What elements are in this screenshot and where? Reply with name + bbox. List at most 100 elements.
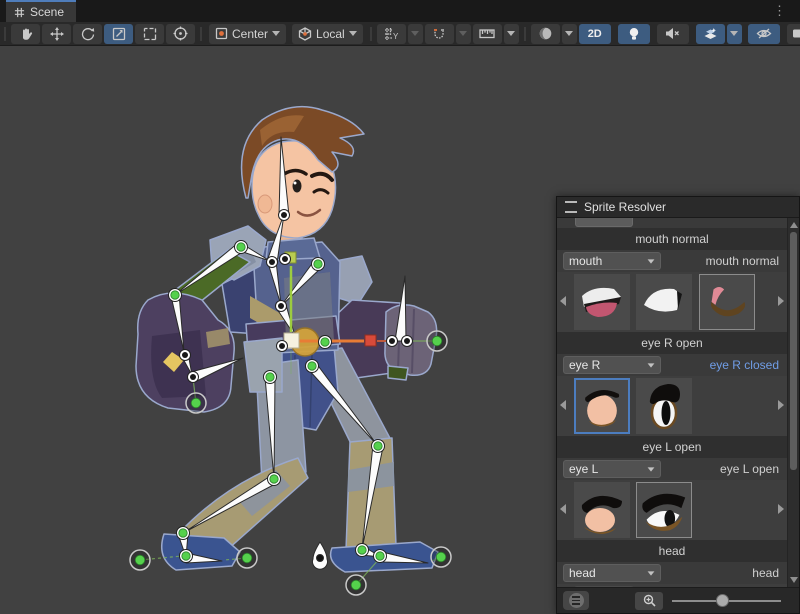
audio-mute-button[interactable]	[657, 24, 689, 44]
thumb-eye-r-closed[interactable]	[574, 378, 630, 434]
strip-left-arrow-icon[interactable]	[560, 400, 566, 410]
chevron-down-icon	[507, 31, 515, 36]
thumb-strip-eye-r	[557, 376, 787, 436]
effects-toggle-button[interactable]	[696, 24, 725, 44]
thumb-strip-mouth	[557, 272, 787, 332]
chevron-down-icon	[459, 31, 467, 36]
chevron-down-icon	[648, 571, 655, 575]
strip-right-arrow-icon[interactable]	[778, 400, 784, 410]
ruler-icon	[479, 27, 495, 40]
light-bulb-icon	[628, 27, 640, 41]
shading-mode-button[interactable]	[531, 24, 560, 44]
chevron-down-icon	[411, 31, 419, 36]
thumbnail-size-slider[interactable]	[672, 600, 781, 602]
hand-icon	[19, 27, 33, 41]
section-header-mouth: mouth normal	[557, 228, 787, 250]
snap-toggle-button[interactable]	[425, 24, 454, 44]
zoom-button[interactable]	[635, 592, 663, 610]
scene-toolbar: Center Local Y	[0, 22, 800, 46]
scale-tool-button[interactable]	[104, 24, 133, 44]
snap-options-dropdown[interactable]	[456, 24, 471, 44]
kebab-menu-icon[interactable]: ⋮	[773, 3, 786, 19]
rect-tool-button[interactable]	[135, 24, 164, 44]
rotate-tool-button[interactable]	[73, 24, 102, 44]
shading-mode-dropdown[interactable]	[562, 24, 577, 44]
magnifier-plus-icon	[643, 594, 656, 607]
scene-visibility-button[interactable]	[748, 24, 780, 44]
camera-icon	[792, 28, 800, 39]
category-dropdown-eye-r[interactable]: eye R	[563, 356, 661, 374]
magnet-icon	[432, 27, 446, 41]
category-dropdown-mouth[interactable]: mouth	[563, 252, 661, 270]
current-label-head: head	[752, 566, 779, 580]
thumb-mouth-closed[interactable]	[636, 274, 692, 330]
camera-button[interactable]	[787, 24, 800, 44]
category-dropdown-eye-l[interactable]: eye L	[563, 460, 661, 478]
toolbar-grip[interactable]	[4, 27, 6, 41]
thumb-eye-r-open[interactable]	[636, 378, 692, 434]
toolbar-grip[interactable]	[524, 27, 526, 41]
panel-title: Sprite Resolver	[584, 200, 666, 214]
thumb-strip-eye-l	[557, 480, 787, 540]
toolbar-grip[interactable]	[200, 27, 202, 41]
strip-right-arrow-icon[interactable]	[778, 296, 784, 306]
chevron-down-icon	[730, 31, 738, 36]
toolbar-grip[interactable]	[370, 27, 372, 41]
shaded-sphere-icon	[538, 26, 553, 41]
category-row-head: head head	[557, 562, 787, 584]
thumb-mouth-smile[interactable]	[699, 274, 755, 330]
strip-right-arrow-icon[interactable]	[778, 504, 784, 514]
grid-visibility-button[interactable]: Y	[377, 24, 406, 44]
effects-dropdown[interactable]	[727, 24, 742, 44]
strip-left-arrow-icon[interactable]	[560, 296, 566, 306]
chevron-down-icon	[565, 31, 573, 36]
current-label-eye-r: eye R closed	[710, 358, 779, 372]
tab-scene[interactable]: Scene	[6, 0, 76, 22]
pivot-mode-label: Center	[232, 27, 268, 41]
scrollbar-thumb[interactable]	[790, 232, 797, 470]
thumb-eye-l-open[interactable]	[636, 482, 692, 538]
section-header-eye-r: eye R open	[557, 332, 787, 354]
grid-options-dropdown[interactable]	[408, 24, 423, 44]
current-label-mouth: mouth normal	[706, 254, 779, 268]
strip-left-arrow-icon[interactable]	[560, 504, 566, 514]
move-tool-button[interactable]	[42, 24, 71, 44]
category-dropdown-head[interactable]: head	[563, 564, 661, 582]
scroll-up-arrow-icon[interactable]	[790, 222, 798, 228]
filter-button[interactable]	[563, 591, 589, 610]
eye-slash-icon	[756, 27, 772, 40]
handle-orientation-dropdown[interactable]: Local	[292, 24, 363, 44]
thumb-eye-l-closed[interactable]	[574, 482, 630, 538]
slider-knob[interactable]	[716, 594, 729, 607]
2d-mode-button[interactable]: 2D	[579, 24, 611, 44]
chevron-down-icon	[648, 467, 655, 471]
gizmo-x-handle[interactable]	[365, 335, 376, 346]
panel-header[interactable]: Sprite Resolver	[557, 197, 799, 218]
hamburger-icon[interactable]	[565, 201, 577, 213]
grid-axis-icon: Y	[384, 27, 399, 41]
chevron-down-icon	[648, 363, 655, 367]
snap-increment-dropdown[interactable]	[504, 24, 519, 44]
category-row-eye-l: eye L eye L open	[557, 458, 787, 480]
layers-icon	[703, 27, 718, 41]
panel-scrollbar[interactable]	[787, 218, 799, 587]
scroll-down-arrow-icon[interactable]	[790, 577, 798, 583]
svg-text:Y: Y	[393, 32, 399, 41]
scene-lighting-button[interactable]	[618, 24, 650, 44]
filter-icon	[569, 593, 584, 608]
rect-icon	[143, 27, 157, 41]
tab-bar: Scene ⋮	[0, 0, 800, 22]
rotate-icon	[81, 27, 95, 41]
thumb-mouth-open[interactable]	[574, 274, 630, 330]
hand-tool-button[interactable]	[11, 24, 40, 44]
transform-tool-button[interactable]	[166, 24, 195, 44]
pivot-mode-dropdown[interactable]: Center	[209, 24, 286, 44]
chevron-down-icon	[648, 259, 655, 263]
chevron-down-icon	[272, 31, 280, 36]
sprite-resolver-panel: Sprite Resolver mouth normal mouth mouth…	[556, 196, 800, 614]
snap-increment-button[interactable]	[473, 24, 502, 44]
scale-icon	[112, 27, 126, 41]
category-row-eye-r: eye R eye R closed	[557, 354, 787, 376]
move-icon	[50, 27, 64, 41]
scrolled-row-remnant	[557, 218, 787, 228]
